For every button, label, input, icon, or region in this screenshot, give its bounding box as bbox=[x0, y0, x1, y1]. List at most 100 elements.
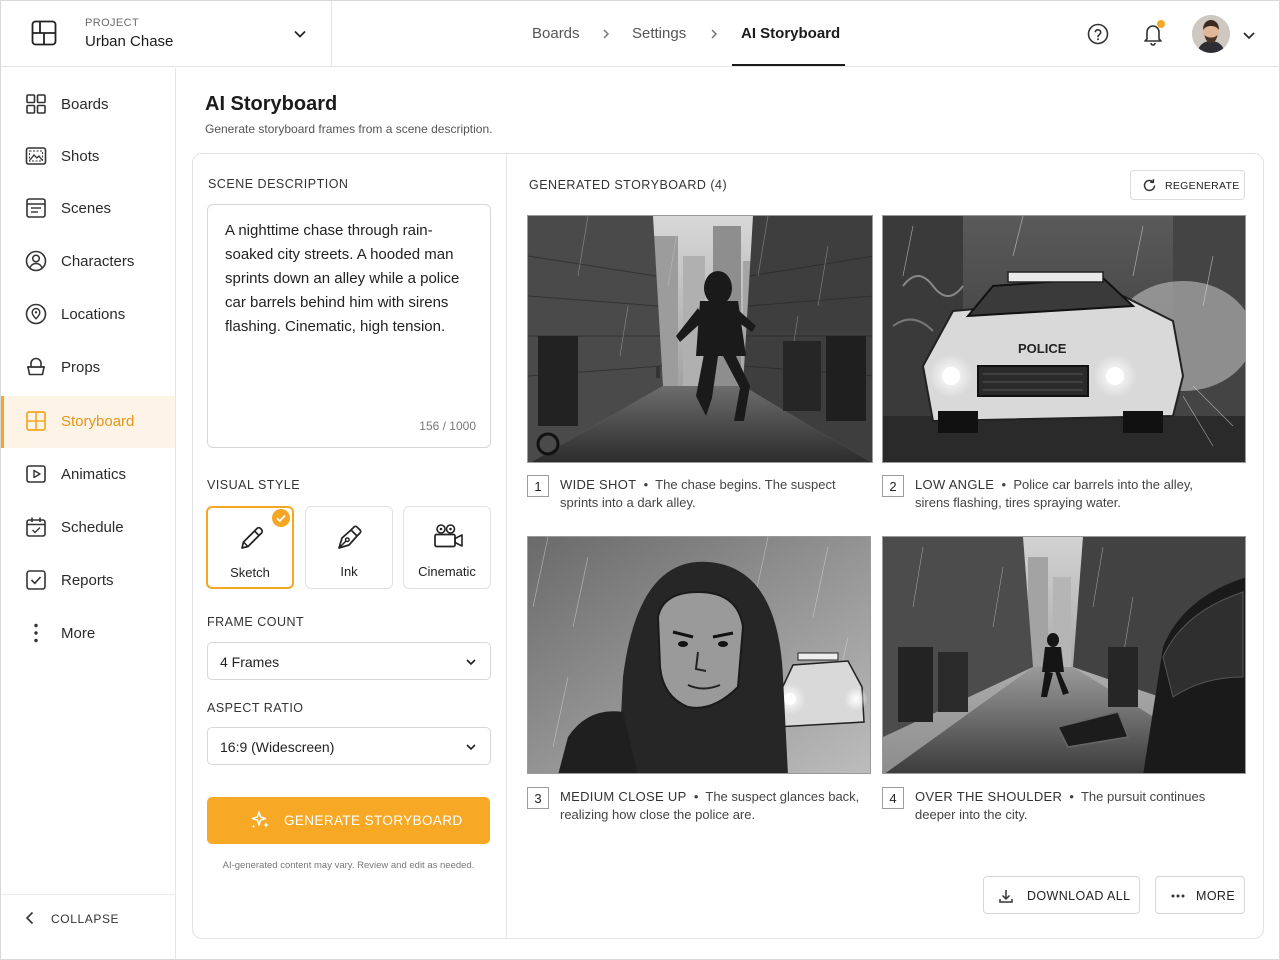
selected-check-icon bbox=[272, 509, 290, 527]
page-title: AI Storyboard bbox=[205, 93, 338, 115]
sidebar-item-more[interactable]: More bbox=[1, 608, 175, 660]
download-icon bbox=[999, 890, 1013, 903]
scene-description-label: SCENE DESCRIPTION bbox=[208, 177, 349, 191]
scene-description-textarea[interactable]: A nighttime chase through rain-soaked ci… bbox=[207, 204, 491, 448]
play-icon bbox=[26, 465, 46, 483]
regenerate-label: REGENERATE bbox=[1165, 180, 1240, 192]
chevron-down-icon bbox=[466, 744, 476, 751]
aspect-ratio-select[interactable]: 16:9 (Widescreen) bbox=[207, 727, 491, 765]
style-option-label: Ink bbox=[340, 564, 358, 579]
props-icon bbox=[27, 357, 45, 376]
chevron-down-icon[interactable] bbox=[1241, 27, 1257, 43]
breadcrumb-settings[interactable]: Settings bbox=[632, 25, 686, 42]
breadcrumb-boards[interactable]: Boards bbox=[532, 25, 580, 42]
collapse-label: COLLAPSE bbox=[51, 912, 120, 926]
download-all-button[interactable]: DOWNLOAD ALL bbox=[983, 876, 1140, 914]
frame-count-select[interactable]: 4 Frames bbox=[207, 642, 491, 680]
frame-number: 3 bbox=[527, 787, 549, 809]
sidebar-item-label: Reports bbox=[61, 572, 114, 589]
help-icon[interactable] bbox=[1087, 23, 1109, 45]
sidebar-item-label: More bbox=[61, 625, 96, 642]
sidebar: Boards Shots Scenes Characters Locations… bbox=[1, 68, 176, 959]
panel-divider bbox=[506, 154, 507, 938]
top-header: PROJECT Urban Chase Boards Settings AI S… bbox=[1, 1, 1279, 67]
sidebar-item-label: Schedule bbox=[61, 519, 124, 536]
frame-caption-3: MEDIUM CLOSE UP • The suspect glances ba… bbox=[560, 789, 860, 822]
frame-number: 4 bbox=[882, 787, 904, 809]
sidebar-item-label: Animatics bbox=[61, 466, 127, 483]
style-option-cinematic[interactable]: Cinematic bbox=[403, 506, 491, 589]
sidebar-item-label: Storyboard bbox=[61, 413, 135, 430]
scene-description-text: A nighttime chase through rain-soaked ci… bbox=[225, 222, 464, 335]
police-text: POLICE bbox=[1018, 341, 1067, 356]
scenes-icon bbox=[26, 198, 46, 218]
app-window: PROJECT Urban Chase Boards Settings AI S… bbox=[0, 0, 1280, 960]
storyboard-frame-4[interactable] bbox=[882, 536, 1246, 774]
storyboard-frame-3[interactable] bbox=[527, 536, 871, 774]
calendar-icon bbox=[26, 517, 46, 537]
sidebar-divider bbox=[1, 894, 175, 895]
storyboard-icon bbox=[26, 411, 46, 431]
more-horizontal-icon bbox=[1171, 894, 1185, 898]
sidebar-item-reports[interactable]: Reports bbox=[1, 555, 175, 607]
sidebar-item-label: Locations bbox=[61, 306, 126, 323]
sidebar-item-animatics[interactable]: Animatics bbox=[1, 449, 175, 501]
frame-count-label: FRAME COUNT bbox=[207, 615, 305, 629]
generate-button-label: GENERATE STORYBOARD bbox=[284, 813, 463, 828]
sparkle-icon bbox=[251, 811, 269, 829]
frame-caption-2: LOW ANGLE • Police car barrels into the … bbox=[915, 477, 1193, 510]
chevron-right-icon bbox=[711, 29, 718, 39]
more-actions-button[interactable]: MORE bbox=[1155, 876, 1245, 914]
sidebar-item-characters[interactable]: Characters bbox=[1, 236, 175, 288]
frame-caption-4: OVER THE SHOULDER • The pursuit continue… bbox=[915, 789, 1206, 822]
download-all-label: DOWNLOAD ALL bbox=[1027, 889, 1131, 903]
chevron-right-icon bbox=[603, 29, 610, 39]
visual-style-label: VISUAL STYLE bbox=[207, 478, 301, 492]
breadcrumb-ai-storyboard[interactable]: AI Storyboard bbox=[741, 25, 840, 42]
user-icon bbox=[25, 250, 47, 272]
shot-type: MEDIUM CLOSE UP bbox=[560, 789, 687, 804]
storyboard-frame-1[interactable] bbox=[527, 215, 873, 463]
sidebar-item-boards[interactable]: Boards bbox=[1, 79, 175, 131]
sidebar-item-storyboard[interactable]: Storyboard bbox=[1, 396, 175, 448]
avatar[interactable] bbox=[1192, 15, 1230, 53]
more-actions-label: MORE bbox=[1196, 889, 1236, 903]
active-tab-underline bbox=[732, 64, 845, 66]
style-option-ink[interactable]: Ink bbox=[305, 506, 393, 589]
character-count: 156 / 1000 bbox=[419, 419, 476, 433]
sidebar-item-label: Characters bbox=[61, 253, 135, 270]
checkbox-icon bbox=[26, 570, 46, 590]
sidebar-item-props[interactable]: Props bbox=[1, 342, 175, 394]
regenerate-button[interactable]: REGENERATE bbox=[1130, 170, 1245, 200]
notification-dot bbox=[1157, 20, 1165, 28]
sidebar-item-scenes[interactable]: Scenes bbox=[1, 183, 175, 235]
more-vertical-icon bbox=[34, 623, 38, 643]
sidebar-item-label: Boards bbox=[61, 96, 109, 113]
ai-disclaimer: AI-generated content may vary. Review an… bbox=[222, 860, 475, 871]
sidebar-item-shots[interactable]: Shots bbox=[1, 131, 175, 183]
shot-type: WIDE SHOT bbox=[560, 477, 637, 492]
collapse-button[interactable]: COLLAPSE bbox=[1, 898, 175, 938]
refresh-icon bbox=[1143, 179, 1156, 192]
chevron-left-icon bbox=[25, 911, 34, 925]
pen-nib-icon bbox=[338, 525, 362, 549]
style-option-label: Sketch bbox=[230, 565, 270, 580]
sidebar-item-locations[interactable]: Locations bbox=[1, 289, 175, 341]
sidebar-item-schedule[interactable]: Schedule bbox=[1, 502, 175, 554]
sidebar-item-label: Shots bbox=[61, 148, 100, 165]
page-subtitle: Generate storyboard frames from a scene … bbox=[205, 122, 493, 136]
sidebar-item-label: Scenes bbox=[61, 200, 112, 217]
grid-icon bbox=[26, 94, 46, 114]
chevron-down-icon bbox=[466, 659, 476, 666]
generate-storyboard-button[interactable]: GENERATE STORYBOARD bbox=[207, 797, 490, 844]
frame-number: 2 bbox=[882, 475, 904, 497]
aspect-ratio-label: ASPECT RATIO bbox=[207, 701, 304, 715]
aspect-ratio-value: 16:9 (Widescreen) bbox=[220, 739, 335, 755]
movie-camera-icon bbox=[434, 524, 463, 548]
frame-count-value: 4 Frames bbox=[220, 654, 280, 670]
storyboard-frame-2[interactable]: POLICE bbox=[882, 215, 1246, 463]
generated-storyboard-title: GENERATED STORYBOARD (4) bbox=[529, 178, 728, 192]
shot-type: OVER THE SHOULDER bbox=[915, 789, 1063, 804]
style-option-label: Cinematic bbox=[418, 564, 476, 579]
sidebar-item-label: Props bbox=[61, 359, 101, 376]
